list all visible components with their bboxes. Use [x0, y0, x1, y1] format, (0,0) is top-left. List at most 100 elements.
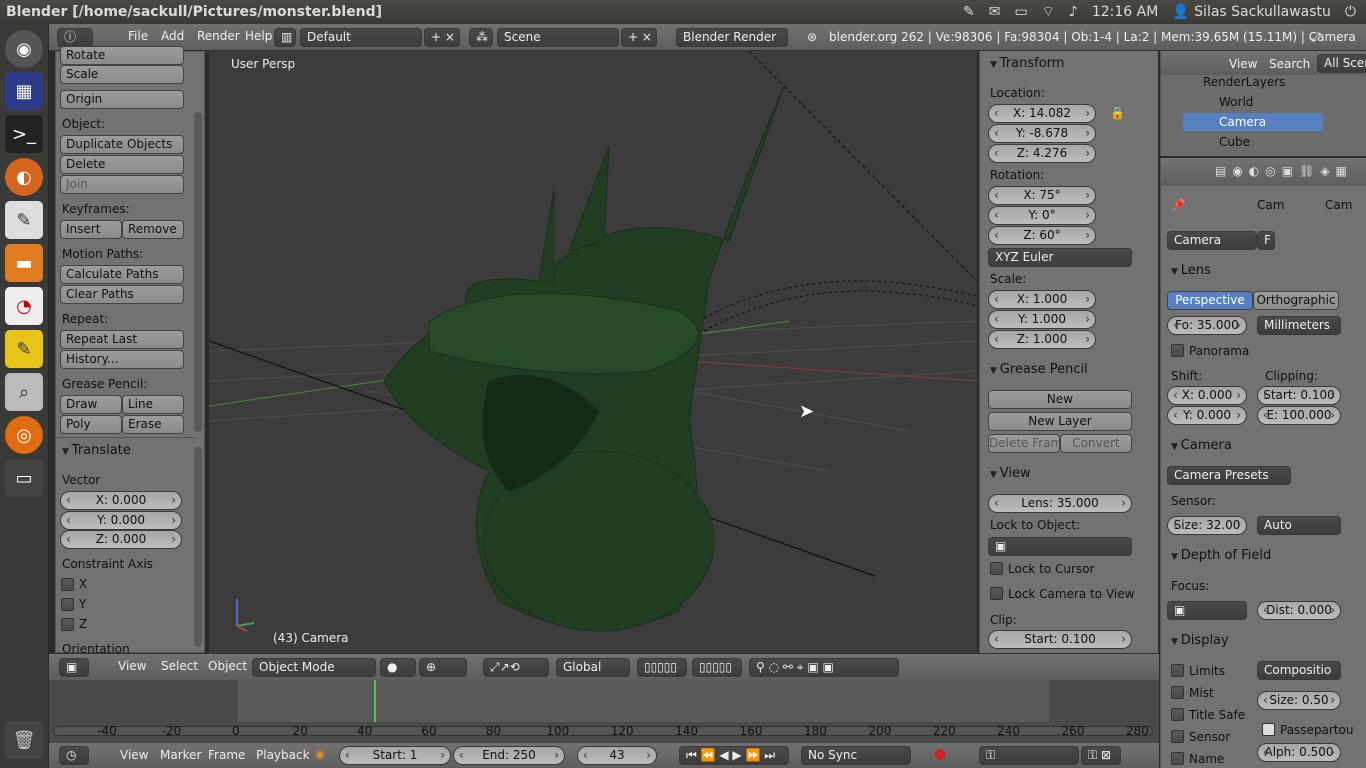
outliner-item-cube[interactable]: Cube	[1219, 135, 1250, 149]
name-checkbox[interactable]	[1171, 752, 1184, 765]
repeat-last-button[interactable]: Repeat Last	[60, 330, 184, 349]
scale-x-field[interactable]: X: 1.000	[988, 290, 1096, 309]
mist-checkbox[interactable]	[1171, 686, 1184, 699]
screen-layout-field[interactable]: Default	[300, 28, 422, 47]
layers-row-1[interactable]: ▯▯▯▯▯	[637, 658, 687, 677]
constraint-y-checkbox[interactable]	[61, 598, 74, 611]
dash-icon[interactable]: ◉	[5, 30, 43, 68]
vp-menu-object[interactable]: Object	[208, 659, 247, 673]
scene-field[interactable]: Scene	[497, 28, 619, 47]
tl-menu-view[interactable]: View	[120, 748, 148, 762]
orthographic-button[interactable]: Orthographic	[1253, 291, 1339, 310]
monster-mesh[interactable]	[383, 85, 785, 632]
screen-add-remove[interactable]: + ×	[424, 28, 460, 47]
draw-button[interactable]: Draw	[60, 395, 122, 414]
editor-type-info-icon[interactable]: ⓘ	[57, 28, 93, 47]
user-menu[interactable]: 👤 Silas Sackullawastu	[1172, 4, 1331, 20]
lock-icon[interactable]: 🔒	[1110, 106, 1125, 120]
playback-controls[interactable]: ⏮ ⏪ ◀ ▶ ⏩ ⏭	[679, 746, 789, 765]
clip-start-field[interactable]: Start: 0.100	[1257, 386, 1341, 405]
grease-pencil-header[interactable]: Grease Pencil	[990, 362, 1088, 377]
lock-camera-checkbox[interactable]	[990, 587, 1003, 600]
view-header[interactable]: View	[990, 466, 1031, 481]
outliner-display-select[interactable]: All Scene	[1317, 54, 1366, 73]
trash-icon[interactable]: 🗑	[5, 721, 43, 759]
outliner-view-menu[interactable]: View	[1229, 57, 1257, 71]
poly-button[interactable]: Poly	[60, 415, 122, 434]
tl-menu-frame[interactable]: Frame	[208, 748, 245, 762]
sensor-fit-select[interactable]: Auto	[1257, 516, 1341, 535]
vp-menu-select[interactable]: Select	[161, 659, 198, 673]
scale-z-field[interactable]: Z: 1.000	[988, 330, 1096, 349]
sync-mode-select[interactable]: No Sync	[801, 746, 911, 765]
files-icon[interactable]: ▬	[5, 244, 43, 282]
mode-select[interactable]: Object Mode	[252, 658, 376, 677]
scene-selector-icon[interactable]: ⁂	[469, 28, 493, 47]
location-x-field[interactable]: X: 14.082	[988, 104, 1096, 123]
clip-end-field[interactable]: E: 100.000	[1257, 406, 1341, 425]
current-frame-indicator[interactable]	[374, 680, 377, 722]
menu-file[interactable]: File	[128, 29, 148, 43]
location-y-field[interactable]: Y: -8.678	[988, 124, 1096, 143]
translate-header[interactable]: Translate	[62, 443, 131, 458]
viewport-shading-select[interactable]: ●	[380, 658, 416, 677]
tl-menu-playback[interactable]: Playback	[256, 748, 310, 762]
calculate-paths-button[interactable]: Calculate Paths	[60, 265, 184, 284]
panorama-checkbox[interactable]	[1171, 344, 1184, 357]
translate-x-field[interactable]: X: 0.000	[60, 491, 182, 510]
composition-guides-select[interactable]: Compositio	[1257, 661, 1341, 680]
grease-new-button[interactable]: New	[988, 390, 1132, 409]
layers-row-2[interactable]: ▯▯▯▯▯	[692, 658, 742, 677]
passepartout-checkbox[interactable]	[1262, 723, 1275, 736]
rotation-z-field[interactable]: Z: 60°	[988, 226, 1096, 245]
rotation-x-field[interactable]: X: 75°	[988, 186, 1096, 205]
tools-scrollbar[interactable]	[194, 112, 202, 432]
menu-render[interactable]: Render	[197, 29, 240, 43]
focal-length-field[interactable]: Fo: 35.000	[1167, 316, 1247, 335]
mail-icon[interactable]: ✉	[989, 4, 1001, 20]
terminal-icon[interactable]: >_	[5, 115, 43, 153]
lens-unit-select[interactable]: Millimeters	[1257, 316, 1341, 335]
translate-z-field[interactable]: Z: 0.000	[60, 530, 182, 549]
scale-y-field[interactable]: Y: 1.000	[988, 310, 1096, 329]
workspace-icon[interactable]: ▭	[5, 459, 43, 497]
shift-y-field[interactable]: Y: 0.000	[1167, 406, 1247, 425]
insert-keyframe-button[interactable]: Insert	[60, 220, 122, 239]
remove-keyframe-button[interactable]: Remove	[122, 220, 184, 239]
record-icon[interactable]: ●	[934, 746, 946, 762]
outliner-item-world[interactable]: World	[1219, 95, 1253, 109]
translate-y-field[interactable]: Y: 0.000	[60, 511, 182, 530]
origin-button[interactable]: Origin	[60, 90, 184, 109]
camera-datablock-field[interactable]: Camera	[1167, 231, 1257, 250]
menu-help[interactable]: Help	[245, 29, 272, 43]
join-button[interactable]: Join	[60, 175, 184, 194]
constraint-z-checkbox[interactable]	[61, 618, 74, 631]
lock-object-field[interactable]: ▣	[988, 537, 1132, 556]
pin-icon[interactable]: 📌	[1171, 198, 1186, 212]
dof-header[interactable]: Depth of Field	[1171, 548, 1271, 563]
start-frame-field[interactable]: Start: 1	[339, 746, 451, 765]
constraint-x-checkbox[interactable]	[61, 578, 74, 591]
outliner-search-menu[interactable]: Search	[1269, 57, 1310, 71]
focus-object-field[interactable]: ▣	[1167, 601, 1247, 620]
camera-header[interactable]: Camera	[1171, 438, 1232, 453]
timeline[interactable]: -40 -20 0 20 40 60 80 100 120 140 160 180 200 220 240 2…	[49, 680, 1159, 743]
vp-menu-view[interactable]: View	[118, 659, 146, 673]
fullscreen-icon[interactable]: ⤢	[1311, 30, 1321, 45]
preview-range-icon[interactable]: ◉	[315, 747, 325, 761]
transform-header[interactable]: Transform	[990, 56, 1065, 71]
camera-presets-select[interactable]: Camera Presets	[1167, 466, 1291, 485]
delete-button[interactable]: Delete	[60, 155, 184, 174]
image-viewer-icon[interactable]: ⌕	[5, 373, 43, 411]
document-viewer-icon[interactable]: ◔	[5, 287, 43, 325]
timeline-scrollbar[interactable]	[53, 726, 1153, 736]
firefox-icon[interactable]: ◐	[5, 158, 43, 196]
alpha-field[interactable]: Alph: 0.500	[1257, 743, 1341, 762]
title-safe-checkbox[interactable]	[1171, 708, 1184, 721]
rotate-button[interactable]: Rotate	[60, 46, 184, 65]
line-button[interactable]: Line	[122, 395, 184, 414]
lock-cursor-checkbox[interactable]	[990, 562, 1003, 575]
scale-button[interactable]: Scale	[60, 65, 184, 84]
limits-checkbox[interactable]	[1171, 664, 1184, 677]
current-frame-field[interactable]: 43	[577, 746, 657, 765]
